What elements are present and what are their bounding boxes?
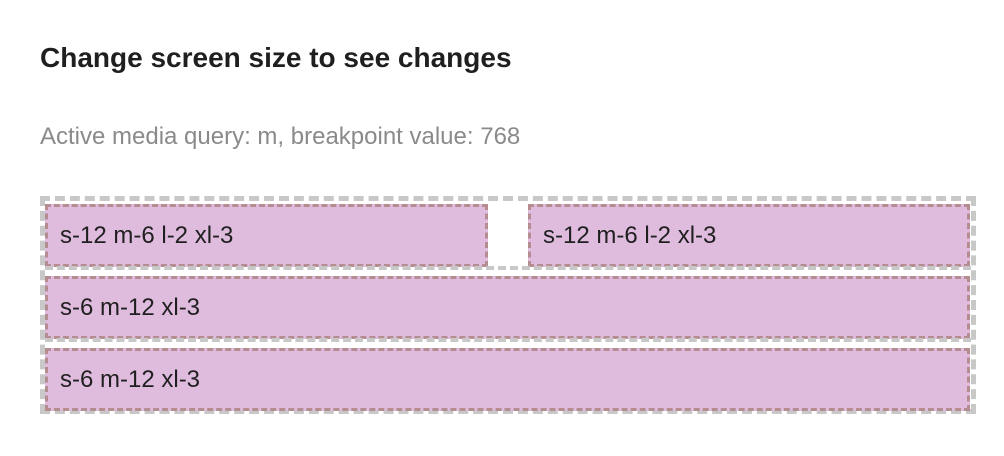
grid-cell-label: s-6 m-12 xl-3 [60,365,201,393]
active-media-query-text: Active media query: m, breakpoint value:… [40,123,521,150]
page-title: Change screen size to see changes [40,42,512,73]
grid-cell-label: s-6 m-12 xl-3 [60,293,201,321]
grid-row: s-12 m-6 l-2 xl-3 s-12 m-6 l-2 xl-3 [45,201,971,273]
grid-cell: s-12 m-6 l-2 xl-3 [528,204,970,267]
grid-cell: s-6 m-12 xl-3 [45,348,970,411]
grid-cell: s-12 m-6 l-2 xl-3 [45,204,488,267]
responsive-grid-container: s-12 m-6 l-2 xl-3 s-12 m-6 l-2 xl-3 s-6 … [40,196,976,414]
grid-cell-label: s-12 m-6 l-2 xl-3 [543,221,717,249]
grid-row: s-6 m-12 xl-3 [45,266,971,345]
grid-row: s-6 m-12 xl-3 [45,338,971,417]
grid-cell: s-6 m-12 xl-3 [45,276,970,339]
grid-cell-label: s-12 m-6 l-2 xl-3 [60,221,234,249]
